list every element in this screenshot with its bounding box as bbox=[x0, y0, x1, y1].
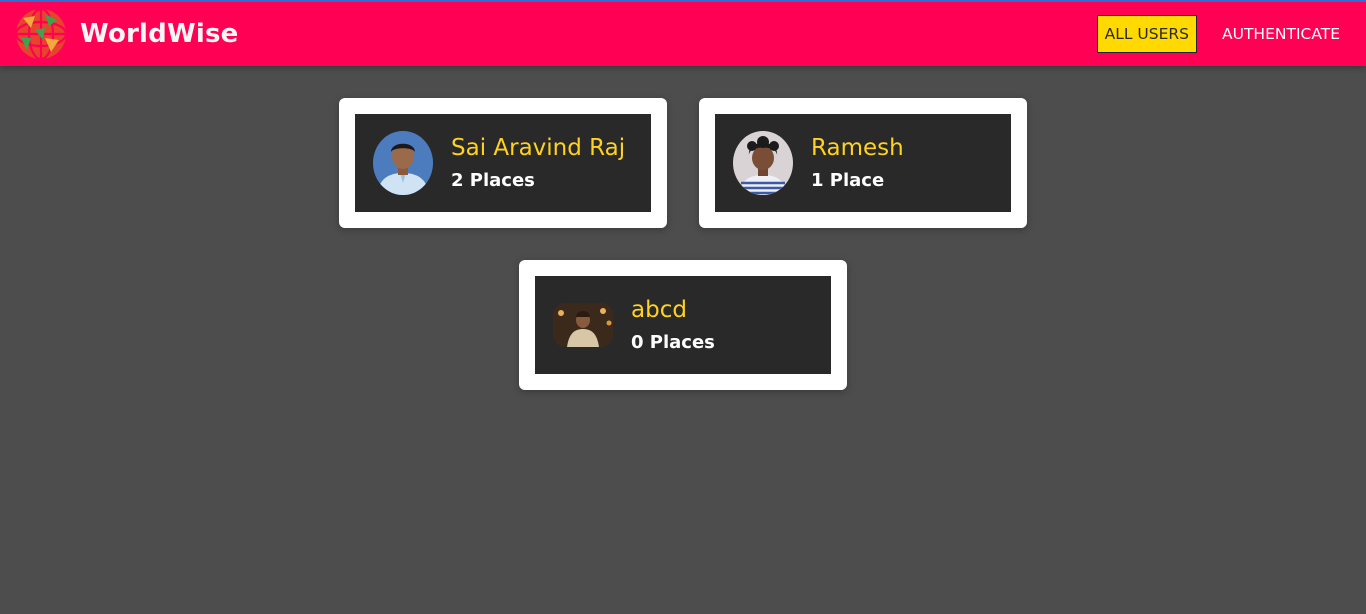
user-info: abcd 0 Places bbox=[631, 296, 715, 354]
globe-logo-icon bbox=[15, 8, 67, 60]
nav-all-users[interactable]: ALL USERS bbox=[1096, 15, 1198, 53]
user-card-link[interactable]: Sai Aravind Raj 2 Places bbox=[355, 114, 651, 212]
user-card: Ramesh 1 Place bbox=[699, 98, 1027, 228]
user-card: abcd 0 Places bbox=[519, 260, 847, 390]
user-photo-icon bbox=[733, 131, 793, 195]
user-name: Sai Aravind Raj bbox=[451, 135, 626, 161]
user-card-link[interactable]: abcd 0 Places bbox=[535, 276, 831, 374]
users-list: Sai Aravind Raj 2 Places Ramesh 1 Place … bbox=[0, 66, 1366, 612]
user-places-count: 2 Places bbox=[451, 170, 535, 191]
user-places-count: 1 Place bbox=[811, 170, 885, 191]
nav-authenticate[interactable]: AUTHENTICATE bbox=[1214, 15, 1348, 53]
user-info: Sai Aravind Raj 2 Places bbox=[451, 134, 625, 192]
brand-name: WorldWise bbox=[80, 19, 239, 49]
user-card: Sai Aravind Raj 2 Places bbox=[339, 98, 667, 228]
user-name: abcd bbox=[631, 297, 687, 323]
user-card-link[interactable]: Ramesh 1 Place bbox=[715, 114, 1011, 212]
user-photo-icon bbox=[373, 131, 433, 195]
brand-home-link[interactable]: WorldWise bbox=[15, 8, 238, 60]
user-info: Ramesh 1 Place bbox=[811, 134, 904, 192]
user-places-count: 0 Places bbox=[631, 332, 715, 353]
main-header: WorldWise ALL USERS AUTHENTICATE bbox=[0, 2, 1366, 66]
main-nav: ALL USERS AUTHENTICATE bbox=[1080, 15, 1348, 53]
user-photo-icon bbox=[553, 303, 613, 347]
user-name: Ramesh bbox=[811, 135, 904, 161]
